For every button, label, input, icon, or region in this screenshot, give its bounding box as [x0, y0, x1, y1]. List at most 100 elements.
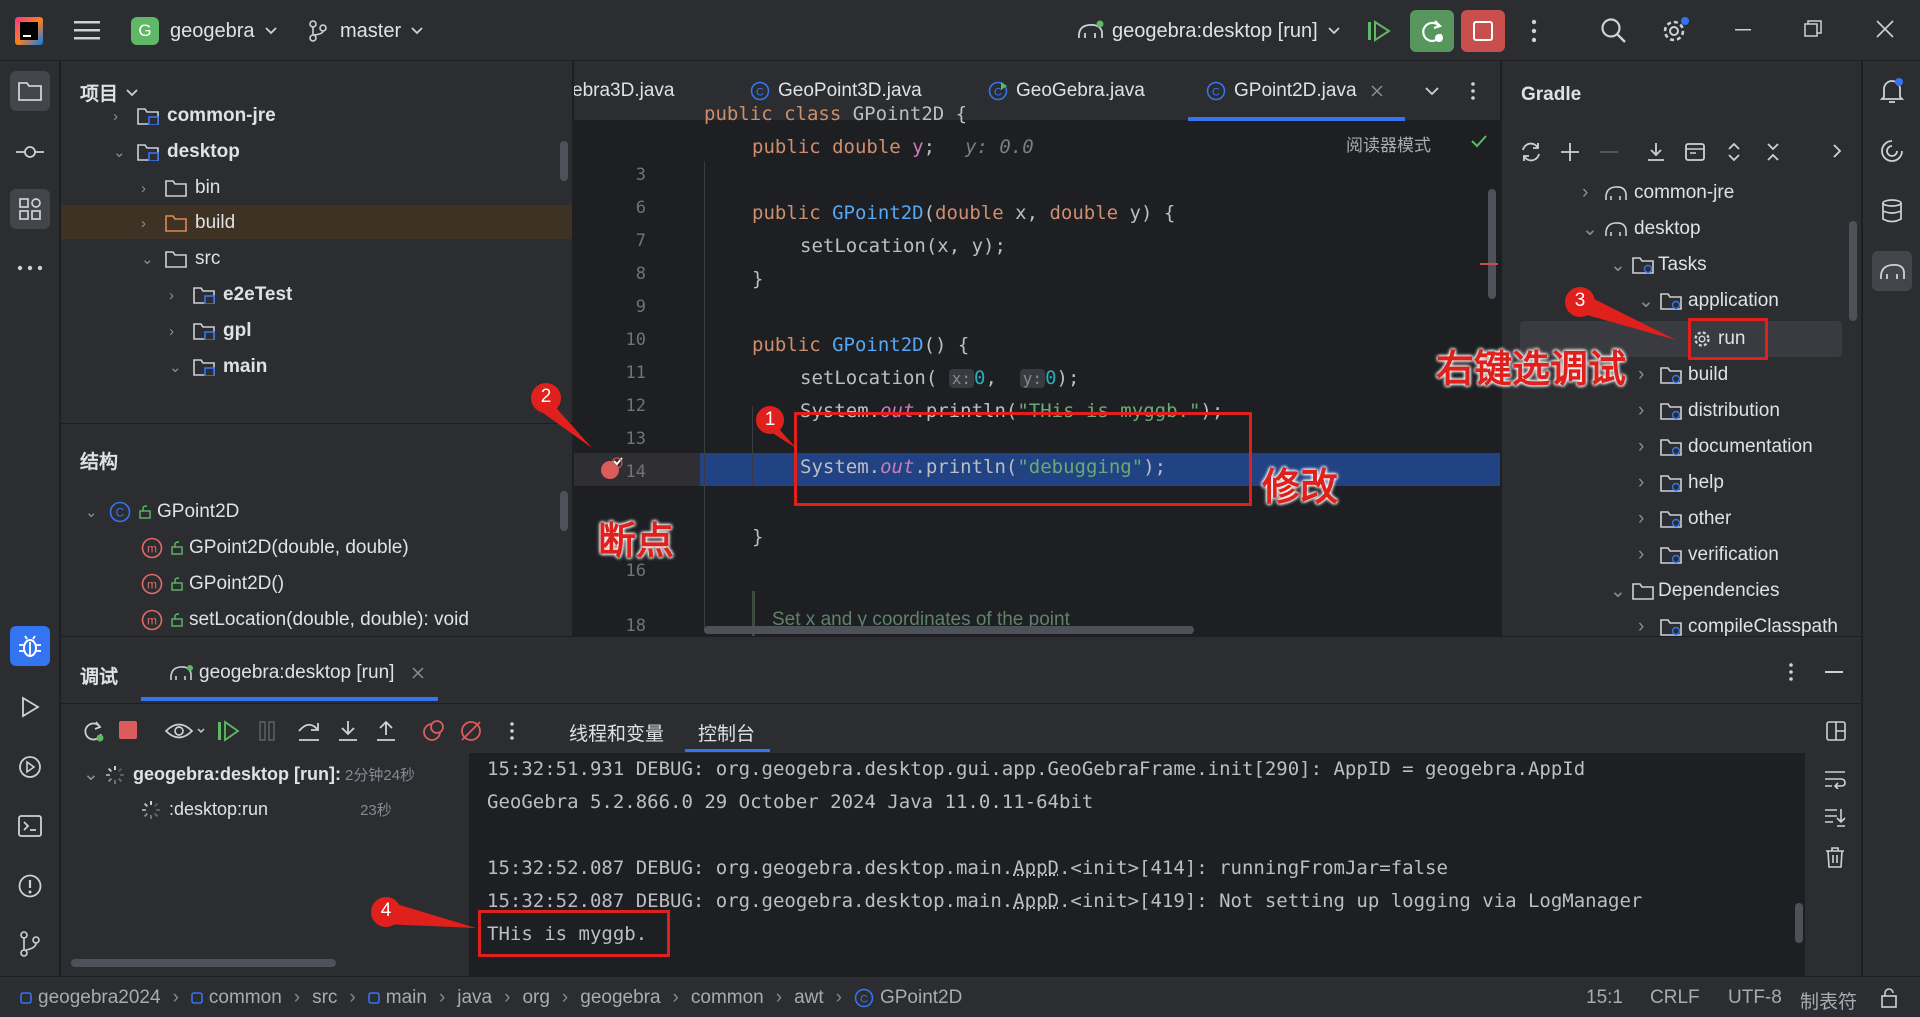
tree-item-gpl[interactable]: › gpl [169, 314, 252, 348]
notifications-bell-icon[interactable] [1872, 71, 1912, 111]
gradle-elephant-icon[interactable] [1872, 251, 1912, 291]
resume-icon[interactable] [1366, 18, 1392, 44]
tree-item-build[interactable]: › build [141, 206, 235, 240]
clear-all-trash-icon[interactable] [1825, 846, 1845, 868]
resume-program-icon[interactable] [217, 720, 241, 742]
breadcrumb-item[interactable]: geogebra2024 [38, 987, 161, 1009]
code-line-10[interactable]: } [752, 268, 763, 290]
stop-icon[interactable] [119, 721, 137, 739]
structure-item-method[interactable]: m GPoint2D(double, double) [137, 531, 409, 565]
problems-icon[interactable] [10, 866, 50, 906]
toggle-breakpoint-icon[interactable] [421, 719, 445, 743]
gradle-item-build[interactable]: › build [1638, 358, 1728, 392]
lock-icon[interactable] [1880, 988, 1898, 1008]
reader-mode-link[interactable]: 阅读器模式 [1346, 131, 1431, 156]
terminal-icon[interactable] [10, 806, 50, 846]
line-separator[interactable]: CRLF [1650, 987, 1700, 1009]
breakpoint-icon[interactable] [599, 457, 623, 481]
structure-item-method[interactable]: m setLocation(double, double): void [137, 603, 469, 636]
scroll-to-end-icon[interactable] [1824, 807, 1846, 827]
main-menu-icon[interactable] [74, 19, 100, 41]
caret-position[interactable]: 15:1 [1586, 987, 1623, 1009]
chevron-right-icon[interactable] [1832, 143, 1842, 159]
structure-item-method[interactable]: m GPoint2D() [137, 567, 284, 601]
indent-setting[interactable]: 制表符 [1800, 987, 1857, 1014]
more-actions-icon[interactable] [1530, 18, 1538, 44]
close-window-icon[interactable] [1876, 20, 1894, 38]
horizontal-scrollbar[interactable] [71, 959, 336, 967]
gradle-item-help[interactable]: › help [1638, 466, 1724, 500]
gradle-item-distribution[interactable]: › distribution [1638, 394, 1780, 428]
tab-geogebra[interactable]: C GeoGebra.java [988, 61, 1145, 121]
gradle-item-tasks[interactable]: ⌄ Tasks [1610, 248, 1707, 282]
scrollbar-thumb[interactable] [1849, 221, 1857, 321]
tab-threads-variables[interactable]: 线程和变量 [569, 719, 664, 746]
layout-settings-icon[interactable] [1826, 721, 1846, 741]
code-line-9[interactable]: setLocation(x, y); [800, 235, 1006, 257]
project-folder-icon[interactable] [10, 71, 50, 111]
rerun-debug-button[interactable] [1410, 10, 1454, 52]
step-over-icon[interactable] [297, 719, 321, 743]
view-breakpoints-icon[interactable] [165, 720, 193, 742]
breadcrumb-item[interactable]: common [691, 987, 764, 1009]
stop-button[interactable] [1461, 10, 1505, 52]
horizontal-scrollbar[interactable] [704, 626, 1194, 634]
settings-gear-icon[interactable] [1660, 16, 1690, 46]
branch-selector[interactable]: master [308, 15, 423, 47]
scrollbar-thumb[interactable] [560, 141, 568, 181]
breadcrumb-item[interactable]: GPoint2D [880, 987, 962, 1009]
breadcrumb-item[interactable]: java [457, 987, 492, 1009]
debug-bug-icon[interactable] [10, 626, 50, 666]
console-link[interactable]: AppD [1013, 857, 1059, 879]
ai-assistant-icon[interactable] [1872, 131, 1912, 171]
structure-item-class[interactable]: ⌄ C GPoint2D [85, 495, 239, 529]
debug-session-tab[interactable]: geogebra:desktop [run] [157, 647, 436, 699]
gradle-item-documentation[interactable]: › documentation [1638, 430, 1813, 464]
breadcrumb-item[interactable]: awt [794, 987, 824, 1009]
run-icon[interactable] [10, 687, 50, 727]
gradle-item-verification[interactable]: › verification [1638, 538, 1779, 572]
tab-console[interactable]: 控制台 [698, 719, 755, 746]
breadcrumb-item[interactable]: org [522, 987, 549, 1009]
run-config-selector[interactable]: geogebra:desktop [run] [1076, 15, 1340, 47]
breadcrumb-item[interactable]: common [209, 987, 282, 1009]
tree-item-desktop[interactable]: ⌄ desktop [113, 135, 240, 169]
soft-wrap-icon[interactable] [1824, 769, 1846, 789]
mute-breakpoints-icon[interactable] [459, 719, 483, 743]
gradle-item-compileclasspath[interactable]: › compileClasspath [1638, 610, 1838, 636]
hide-panel-icon[interactable] [1825, 671, 1843, 674]
scrollbar-thumb[interactable] [560, 491, 568, 531]
breadcrumb-item[interactable]: geogebra [580, 987, 660, 1009]
minimize-icon[interactable] [1735, 29, 1753, 33]
scrollbar-thumb[interactable] [1795, 903, 1803, 943]
chevron-down-icon[interactable] [197, 728, 205, 734]
close-tab-icon[interactable] [412, 667, 424, 679]
more-actions-icon[interactable] [1788, 662, 1794, 682]
vertical-scrollbar[interactable] [1488, 189, 1496, 299]
panel-divider[interactable] [61, 423, 572, 424]
database-icon[interactable] [1872, 191, 1912, 231]
tree-item-common-jre[interactable]: › common-jre [113, 99, 276, 133]
code-line-6[interactable]: public double y; y: 0.0 [752, 136, 1034, 158]
search-icon[interactable] [1600, 17, 1628, 45]
close-tab-icon[interactable] [1370, 85, 1383, 97]
step-out-icon[interactable] [374, 719, 398, 743]
tree-item-e2etest[interactable]: › e2eTest [169, 278, 292, 312]
console-link[interactable]: AppD [1013, 890, 1059, 912]
more-tools-icon[interactable] [10, 248, 50, 288]
restore-icon[interactable] [1804, 20, 1822, 38]
breadcrumb-item[interactable]: src [312, 987, 337, 1009]
breadcrumb-item[interactable]: main [386, 987, 427, 1009]
collapse-all-icon[interactable] [1762, 141, 1784, 163]
commit-icon[interactable] [10, 132, 50, 172]
rerun-icon[interactable] [81, 719, 105, 743]
more-actions-icon[interactable] [509, 721, 515, 741]
gradle-item-desktop[interactable]: ⌄ desktop [1582, 212, 1701, 246]
project-selector[interactable]: G geogebra [131, 15, 277, 47]
code-line-3[interactable]: public class GPoint2D { [704, 103, 967, 125]
expand-all-icon[interactable] [1723, 141, 1745, 163]
structure-icon[interactable] [10, 189, 50, 229]
session-item[interactable]: :desktop:run 23秒 [141, 799, 392, 820]
file-encoding[interactable]: UTF-8 [1728, 987, 1782, 1009]
gradle-item-other[interactable]: › other [1638, 502, 1731, 536]
